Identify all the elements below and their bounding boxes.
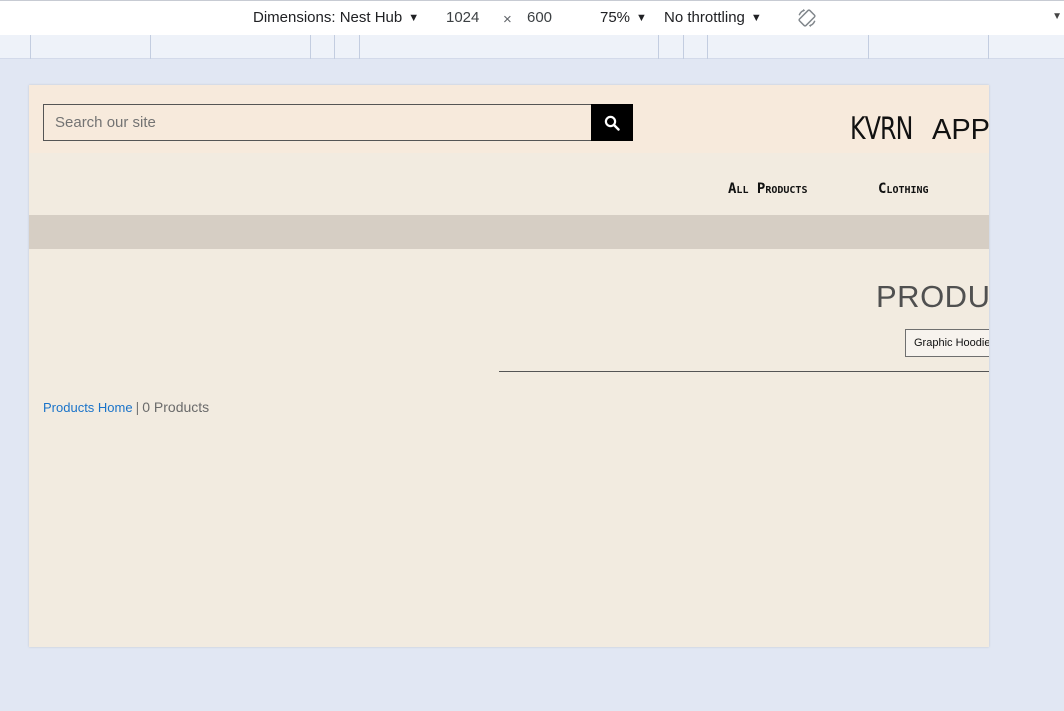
title-divider (499, 371, 989, 372)
filter-selected-value: Graphic Hoodie (914, 337, 989, 349)
collection-filter-select[interactable]: Graphic Hoodie (905, 329, 989, 357)
media-query-tick[interactable] (988, 35, 989, 59)
devtools-device-toolbar: Dimensions: Nest Hub ▼ 1024 × 600 75% ▼ … (0, 0, 1064, 35)
announcement-bar (29, 215, 989, 249)
site-header: KVRN APP (29, 85, 989, 153)
media-query-tick[interactable] (334, 35, 335, 59)
main-nav: All Products Clothing (29, 153, 989, 215)
caret-down-icon: ▼ (408, 11, 420, 24)
device-dimensions-label: Dimensions: Nest Hub (253, 9, 403, 26)
media-query-tick[interactable] (707, 35, 708, 59)
media-query-tick[interactable] (150, 35, 151, 59)
chevron-down-icon[interactable]: ▼ (1052, 11, 1062, 22)
search-button[interactable] (591, 104, 633, 141)
product-count: 0 Products (142, 399, 210, 415)
nav-clothing[interactable]: Clothing (878, 181, 929, 197)
viewport-width-input[interactable]: 1024 (446, 9, 479, 26)
caret-down-icon: ▼ (750, 11, 762, 24)
media-query-tick[interactable] (310, 35, 311, 59)
search-input[interactable] (43, 104, 592, 141)
breadcrumb: Products Home | 0 Products (43, 399, 209, 415)
breadcrumb-separator: | (135, 399, 140, 415)
throttling-label: No throttling (664, 9, 745, 26)
viewport-height-input[interactable]: 600 (527, 9, 552, 26)
media-query-tick[interactable] (868, 35, 869, 59)
zoom-select[interactable]: 75% ▼ (600, 9, 647, 26)
search-icon (604, 115, 620, 131)
emulated-viewport: KVRN APP All Products Clothing PRODUC Gr… (29, 85, 989, 647)
page-title: PRODUC (876, 279, 989, 314)
site-logo[interactable]: KVRN APP (850, 105, 989, 145)
throttling-select[interactable]: No throttling ▼ (664, 9, 762, 26)
device-dimensions-select[interactable]: Dimensions: Nest Hub ▼ (253, 9, 419, 26)
media-query-ruler (0, 35, 1064, 59)
caret-down-icon: ▼ (636, 11, 647, 24)
breadcrumb-products-home-link[interactable]: Products Home (43, 400, 133, 415)
times-separator: × (503, 11, 512, 28)
zoom-label: 75% (600, 9, 631, 26)
nav-all-products[interactable]: All Products (728, 181, 807, 197)
media-query-tick[interactable] (658, 35, 659, 59)
logo-text: APP (932, 114, 989, 146)
rotate-icon[interactable] (796, 7, 818, 29)
logo-mark: KVRN (850, 111, 913, 147)
media-query-tick[interactable] (30, 35, 31, 59)
media-query-tick[interactable] (359, 35, 360, 59)
media-query-tick[interactable] (683, 35, 684, 59)
